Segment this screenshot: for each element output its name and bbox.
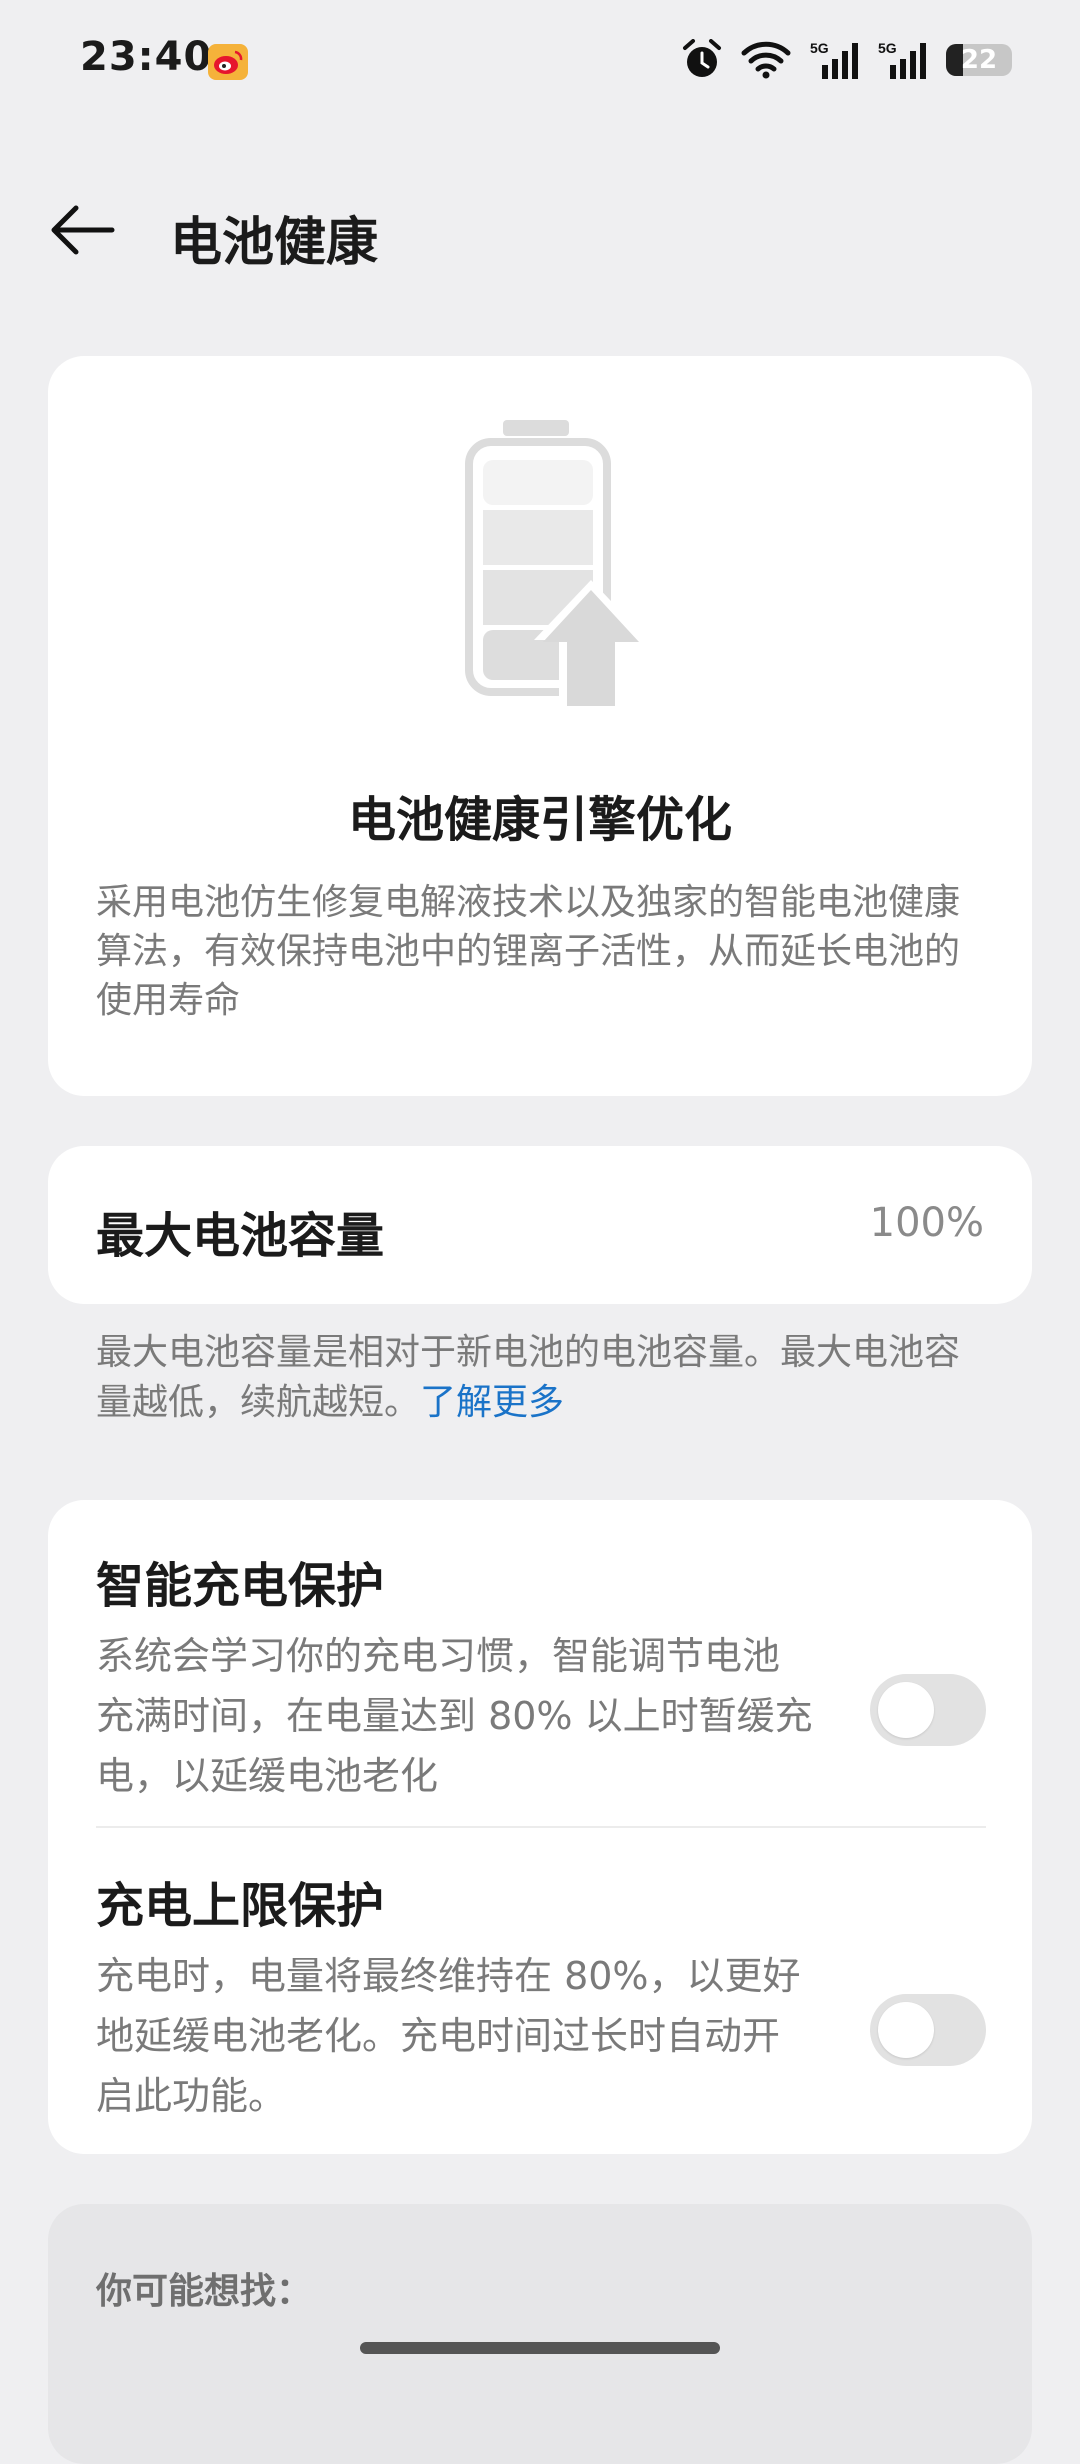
charge-limit-title: 充电上限保护 <box>96 1878 385 1934</box>
alarm-icon <box>683 39 721 77</box>
smart-charging-description: 系统会学习你的充电习惯，智能调节电池充满时间，在电量达到 80% 以上时暂缓充电… <box>96 1634 813 1798</box>
suggestions-title: 你可能想找： <box>96 2271 313 2312</box>
wifi-icon <box>741 41 791 79</box>
battery-icon: 22 <box>946 44 1012 76</box>
svg-text:5G: 5G <box>878 40 897 56</box>
learn-more-link[interactable]: 了解更多 <box>420 1382 564 1423</box>
page-title: 电池健康 <box>170 213 379 273</box>
smart-charging-title: 智能充电保护 <box>96 1558 385 1614</box>
charge-limit-description: 充电时，电量将最终维持在 80%，以更好地延缓电池老化。充电时间过长时自动开启此… <box>96 1954 801 2118</box>
max-capacity-row: 最大电池容量 100% <box>48 1146 1032 1304</box>
home-indicator[interactable] <box>360 2342 720 2354</box>
charging-protection-card: 智能充电保护 系统会学习你的充电习惯，智能调节电池充满时间，在电量达到 80% … <box>48 1500 1032 2154</box>
battery-engine-card: 电池健康引擎优化 采用电池仿生修复电解液技术以及独家的智能电池健康算法，有效保持… <box>48 356 1032 1096</box>
charge-limit-toggle[interactable] <box>870 1994 986 2066</box>
top-app-bar: 电池健康 <box>0 180 1080 280</box>
battery-level: 22 <box>960 45 998 75</box>
weibo-icon <box>208 44 248 80</box>
max-capacity-label: 最大电池容量 <box>96 1208 385 1264</box>
svg-text:5G: 5G <box>810 40 829 56</box>
signal-5g-icon: 5G <box>878 40 926 79</box>
back-arrow-icon[interactable] <box>46 202 118 258</box>
smart-charging-row[interactable]: 智能充电保护 系统会学习你的充电习惯，智能调节电池充满时间，在电量达到 80% … <box>96 1546 986 1806</box>
signal-5g-icon: 5G <box>810 40 858 79</box>
status-bar: 23:40 5G 5G 22 <box>0 0 1080 120</box>
toggle-knob <box>878 1682 934 1738</box>
smart-charging-toggle[interactable] <box>870 1674 986 1746</box>
divider <box>96 1826 986 1828</box>
hero-description: 采用电池仿生修复电解液技术以及独家的智能电池健康算法，有效保持电池中的锂离子活性… <box>96 882 961 1021</box>
toggle-knob <box>878 2002 934 2058</box>
status-time: 23:40 <box>80 34 213 80</box>
suggestions-card: 你可能想找： <box>48 2204 1032 2464</box>
charge-limit-row[interactable]: 充电上限保护 充电时，电量将最终维持在 80%，以更好地延缓电池老化。充电时间过… <box>96 1866 986 2126</box>
battery-upgrade-icon <box>465 420 648 710</box>
hero-title: 电池健康引擎优化 <box>347 792 732 848</box>
capacity-note: 最大电池容量是相对于新电池的电池容量。最大电池容量越低，续航越短。了解更多 <box>96 1328 986 1428</box>
max-capacity-value: 100% <box>869 1200 984 1246</box>
